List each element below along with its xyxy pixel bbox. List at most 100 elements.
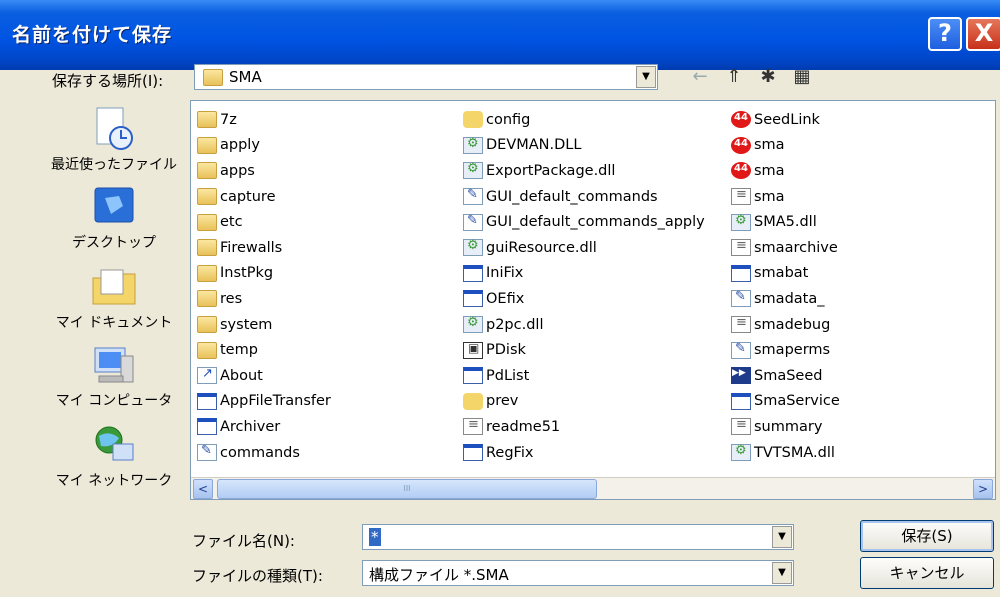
file-name: temp [220,342,258,359]
file-item[interactable]: RegFix [463,440,705,466]
file-name: sma [754,188,785,205]
close-button[interactable]: X [966,17,1000,51]
cancel-button[interactable]: キャンセル [860,557,994,589]
config-icon [197,443,217,462]
window-icon [197,418,217,436]
file-item[interactable]: 7z [197,107,331,133]
file-name: system [220,316,273,333]
file-item[interactable]: GUI_default_commands_apply [463,209,705,235]
file-item[interactable]: AppFileTransfer [197,389,331,415]
my-computer-icon [94,347,134,383]
file-name: res [220,290,243,307]
file-item[interactable]: p2pc.dll [463,312,705,338]
place-my-network[interactable]: マイ ネットワーク [40,422,188,490]
file-item[interactable]: sma [731,133,840,159]
filename-input[interactable]: * ▼ [362,524,794,550]
window-icon [463,264,483,282]
file-item[interactable]: summary [731,414,840,440]
file-item[interactable]: config [463,107,705,133]
window-icon [731,264,751,282]
dll-icon [463,315,483,334]
file-item[interactable]: smadebug [731,312,840,338]
file-item[interactable]: etc [197,209,331,235]
file-name: commands [220,444,300,461]
new-folder-icon[interactable]: ✱ [756,65,780,89]
file-item[interactable]: TVTSMA.dll [731,440,840,466]
file-item[interactable]: SmaService [731,389,840,415]
place-desktop[interactable]: デスクトップ [40,184,188,252]
file-item[interactable]: SmaSeed [731,363,840,389]
file-item[interactable]: IniFix [463,261,705,287]
file-item[interactable]: smaperms [731,337,840,363]
file-item[interactable]: sma [731,158,840,184]
file-item[interactable]: InstPkg [197,261,331,287]
file-item[interactable]: Archiver [197,414,331,440]
file-item[interactable]: prev [463,389,705,415]
window-icon [463,367,483,385]
file-item[interactable]: Firewalls [197,235,331,261]
desktop-icon [94,187,134,223]
file-item[interactable]: OEfix [463,286,705,312]
chevron-down-icon[interactable]: ▼ [772,562,792,584]
file-item[interactable]: capture [197,184,331,210]
text-icon [463,417,483,436]
file-item[interactable]: ExportPackage.dll [463,158,705,184]
file-item[interactable]: guiResource.dll [463,235,705,261]
up-folder-icon[interactable]: ⇑ [722,65,746,89]
file-item[interactable]: GUI_default_commands [463,184,705,210]
view-menu-icon[interactable]: ▦ [790,65,814,89]
file-name: capture [220,188,276,205]
text-icon [731,187,751,206]
file-item[interactable]: system [197,312,331,338]
file-item[interactable]: readme51 [463,414,705,440]
filetype-select[interactable]: 構成ファイル *.SMA ▼ [362,560,794,586]
place-my-documents[interactable]: マイ ドキュメント [40,264,188,332]
file-item[interactable]: smadata_ [731,286,840,312]
text-icon [731,238,751,257]
window-icon [463,444,483,462]
scroll-right-button[interactable]: > [973,479,993,499]
file-item[interactable]: SMA5.dll [731,209,840,235]
back-icon[interactable]: ← [688,65,712,89]
file-name: DEVMAN.DLL [486,137,582,154]
file-item[interactable]: apply [197,133,331,159]
seed-icon [731,367,751,385]
folder-icon [197,239,217,257]
file-name: InstPkg [220,265,274,282]
file-item[interactable]: smabat [731,261,840,287]
save-button[interactable]: 保存(S) [860,520,994,552]
dll-icon [463,136,483,154]
file-item[interactable]: DEVMAN.DLL [463,133,705,159]
chevron-down-icon[interactable]: ▼ [636,66,656,88]
filetype-value: 構成ファイル *.SMA [369,566,509,584]
chevron-down-icon[interactable]: ▼ [772,526,792,548]
file-item[interactable]: smaarchive [731,235,840,261]
horizontal-scrollbar[interactable]: < III > [191,477,995,499]
place-my-computer[interactable]: マイ コンピュータ [40,342,188,410]
file-item[interactable]: SeedLink [731,107,840,133]
file-name: guiResource.dll [486,239,597,256]
title-bar[interactable]: 名前を付けて保存 ? X [0,0,1000,70]
save-in-combo[interactable]: SMA ▼ [194,64,658,90]
file-item[interactable]: PdList [463,363,705,389]
file-item[interactable]: About [197,363,331,389]
red-icon [731,162,751,180]
file-name: Archiver [220,418,281,435]
scroll-left-button[interactable]: < [193,479,213,499]
my-network-icon [95,426,134,461]
file-item[interactable]: temp [197,337,331,363]
place-recent[interactable]: 最近使ったファイル [40,106,188,174]
file-item[interactable]: sma [731,184,840,210]
file-item[interactable]: PDisk [463,337,705,363]
scroll-thumb[interactable]: III [217,479,597,499]
window-icon [731,392,751,410]
file-list[interactable]: 7z apply apps capture etc Firewalls InstPkg res… [190,100,996,500]
file-item[interactable]: res [197,286,331,312]
file-item[interactable]: commands [197,440,331,466]
file-item[interactable]: apps [197,158,331,184]
file-name: p2pc.dll [486,316,544,333]
help-button[interactable]: ? [928,17,962,51]
filename-label: ファイル名(N): [192,532,295,550]
dll-icon [731,213,751,231]
file-column-3: SeedLink sma sma sma SMA5.dll smaarchive smaba… [731,107,840,465]
